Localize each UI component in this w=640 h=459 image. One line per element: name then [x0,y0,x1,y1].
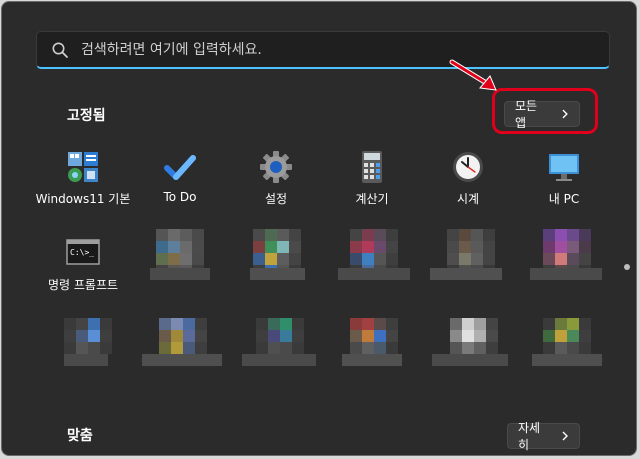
obscured-label [150,268,210,280]
clock-icon [453,152,483,182]
recommended-title: 맞춤 [67,428,93,444]
obscured-label [64,354,108,366]
obscured-app[interactable] [350,318,398,354]
app-this-pc[interactable]: 내 PC [514,150,614,220]
obscured-app[interactable] [450,318,498,354]
more-button[interactable]: 자세히 [507,421,580,452]
app-label: 명령 프롬프트 [47,278,119,292]
command-prompt-icon: C:\>_ [66,239,100,265]
search-icon [52,42,68,58]
svg-text:C:\>_: C:\>_ [70,248,94,257]
app-calculator[interactable]: 계산기 [322,150,422,220]
more-label: 자세히 [518,421,541,452]
start-menu: 고정됨 모든 앱 Windows11 기본 [1,1,637,456]
search-box[interactable] [36,31,610,69]
obscured-app[interactable] [159,318,207,354]
annotation-highlight [492,88,598,134]
obscured-label [532,354,602,366]
pinned-title: 고정됨 [67,108,106,124]
chevron-right-icon [562,431,568,441]
app-label: 내 PC [548,192,580,206]
app-clock[interactable]: 시계 [418,150,518,220]
calculator-icon [362,151,382,183]
todo-check-icon [164,155,196,180]
obscured-label [142,354,222,366]
obscured-label [342,354,402,366]
app-windows-tools[interactable]: Windows11 기본 [33,150,133,220]
obscured-label [430,268,502,280]
page-indicator-dot[interactable] [624,264,630,270]
monitor-icon [549,154,579,181]
obscured-app[interactable] [543,318,591,354]
windows-tools-icon [68,152,98,182]
obscured-label [530,268,602,280]
obscured-app[interactable] [64,318,112,354]
settings-gear-icon [260,151,292,183]
obscured-app[interactable] [256,318,304,354]
search-input[interactable] [79,32,603,68]
obscured-label [250,268,305,280]
obscured-label [432,354,508,366]
annotation-arrow-icon [449,59,497,91]
app-command-prompt[interactable]: C:\>_ 명령 프롬프트 [33,236,133,306]
obscured-label [338,268,410,280]
app-settings[interactable]: 설정 [226,150,326,220]
app-todo[interactable]: To Do [130,150,230,220]
obscured-label [242,354,316,366]
